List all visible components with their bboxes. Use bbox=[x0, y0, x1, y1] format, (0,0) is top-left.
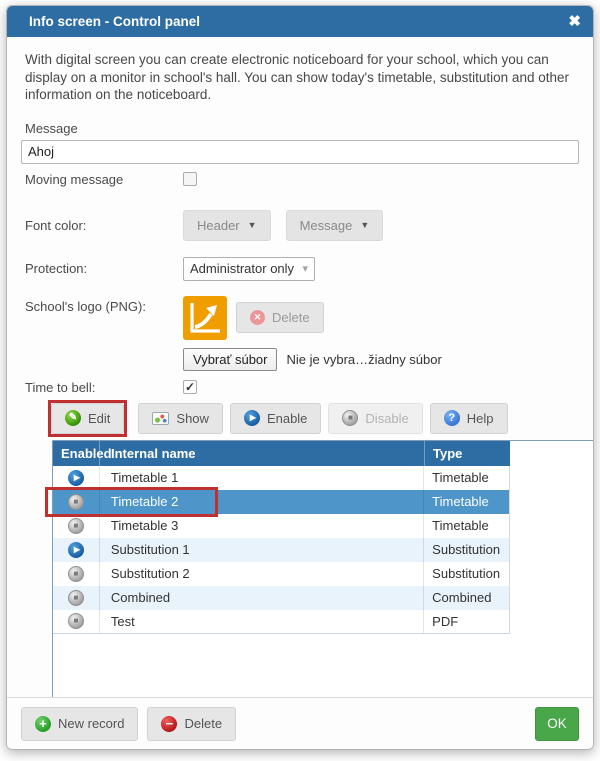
row-status-icon: ■ bbox=[68, 566, 84, 582]
play-icon: ▶ bbox=[244, 410, 260, 426]
row-internal-name: Combined bbox=[99, 586, 423, 610]
school-logo-label: School's logo (PNG): bbox=[25, 296, 183, 314]
message-label: Message bbox=[25, 121, 579, 136]
ok-button[interactable]: OK bbox=[535, 707, 579, 741]
protection-label: Protection: bbox=[25, 261, 183, 276]
chart-arrow-icon bbox=[187, 300, 223, 336]
question-icon: ? bbox=[444, 410, 460, 426]
chevron-down-icon: ▼ bbox=[360, 220, 369, 230]
table-row[interactable]: ■ Test PDF bbox=[53, 610, 510, 634]
enable-button[interactable]: ▶ Enable bbox=[230, 403, 321, 434]
row-status-icon: ■ bbox=[68, 494, 84, 510]
choose-file-button[interactable]: Vybrať súbor bbox=[183, 348, 277, 371]
select-arrow-icon: ▾ bbox=[302, 262, 308, 275]
time-to-bell-checkbox[interactable]: ✓ bbox=[183, 380, 197, 394]
help-button[interactable]: ? Help bbox=[430, 403, 508, 434]
header-color-dropdown[interactable]: Header ▼ bbox=[183, 210, 271, 241]
chevron-down-icon: ▼ bbox=[248, 220, 257, 230]
show-button-label: Show bbox=[176, 411, 209, 426]
disable-button-label: Disable bbox=[365, 411, 408, 426]
column-header-enabled: Enabled bbox=[53, 441, 99, 466]
delete-logo-button[interactable]: ✕ Delete bbox=[236, 302, 324, 333]
info-screen-dialog: Info screen - Control panel ✖ With digit… bbox=[6, 5, 594, 750]
row-status-icon: ■ bbox=[68, 518, 84, 534]
show-button[interactable]: Show bbox=[138, 403, 223, 434]
edit-icon: ✎ bbox=[65, 410, 81, 426]
message-color-dropdown[interactable]: Message ▼ bbox=[286, 210, 384, 241]
row-type: PDF bbox=[423, 610, 509, 633]
delete-logo-button-label: Delete bbox=[272, 310, 310, 325]
school-logo-image bbox=[183, 296, 227, 340]
row-status-icon: ▶ bbox=[68, 470, 84, 486]
edit-button-label: Edit bbox=[88, 411, 110, 426]
message-color-dropdown-label: Message bbox=[300, 218, 353, 233]
toolbar: ✎ Edit Show ▶ Enable ■ Disable ? Help bbox=[52, 403, 579, 434]
column-header-type: Type bbox=[424, 441, 510, 466]
row-status-icon: ■ bbox=[68, 613, 84, 629]
row-internal-name: Timetable 1 bbox=[99, 466, 423, 490]
table-row[interactable]: ▶ Substitution 1 Substitution bbox=[53, 538, 510, 562]
description-text: With digital screen you can create elect… bbox=[25, 51, 577, 104]
table-row[interactable]: ■ Combined Combined bbox=[53, 586, 510, 610]
plus-circle-icon: + bbox=[35, 716, 51, 732]
dialog-titlebar: Info screen - Control panel ✖ bbox=[7, 6, 593, 37]
font-color-label: Font color: bbox=[25, 218, 183, 233]
dialog-footer: + New record − Delete OK bbox=[7, 697, 593, 749]
moving-message-checkbox[interactable] bbox=[183, 172, 197, 186]
header-color-dropdown-label: Header bbox=[197, 218, 240, 233]
column-header-internal-name: Internal name bbox=[99, 441, 424, 466]
dialog-body: With digital screen you can create elect… bbox=[7, 37, 593, 702]
row-internal-name: Substitution 1 bbox=[99, 538, 423, 562]
disable-button[interactable]: ■ Disable bbox=[328, 403, 422, 434]
row-type: Substitution bbox=[423, 562, 509, 586]
highlight-edit-button: ✎ Edit bbox=[48, 400, 127, 437]
delete-circle-icon: ✕ bbox=[250, 310, 265, 325]
row-type: Timetable bbox=[423, 466, 509, 490]
picture-icon bbox=[152, 412, 169, 425]
delete-record-button-label: Delete bbox=[184, 716, 222, 731]
row-internal-name: Test bbox=[99, 610, 423, 633]
table-row[interactable]: ■ Timetable 2 Timetable bbox=[53, 490, 510, 514]
help-button-label: Help bbox=[467, 411, 494, 426]
row-type: Timetable bbox=[423, 490, 509, 514]
protection-select[interactable]: Administrator only ▾ bbox=[183, 257, 315, 281]
table-row[interactable]: ▶ Timetable 1 Timetable bbox=[53, 466, 510, 490]
row-status-icon: ■ bbox=[68, 590, 84, 606]
delete-record-button[interactable]: − Delete bbox=[147, 707, 236, 741]
row-type: Substitution bbox=[423, 538, 509, 562]
row-internal-name: Substitution 2 bbox=[99, 562, 423, 586]
minus-circle-icon: − bbox=[161, 716, 177, 732]
message-input[interactable] bbox=[21, 140, 579, 164]
row-internal-name: Timetable 3 bbox=[99, 514, 423, 538]
time-to-bell-label: Time to bell: bbox=[25, 380, 183, 395]
row-type: Combined bbox=[423, 586, 509, 610]
table-header-row: Enabled Internal name Type bbox=[53, 441, 510, 466]
dialog-title: Info screen - Control panel bbox=[29, 14, 200, 29]
new-record-button[interactable]: + New record bbox=[21, 707, 138, 741]
table-row[interactable]: ■ Substitution 2 Substitution bbox=[53, 562, 510, 586]
enable-button-label: Enable bbox=[267, 411, 307, 426]
row-internal-name: Timetable 2 bbox=[99, 490, 423, 514]
records-table-container[interactable]: Enabled Internal name Type ▶ Timetable 1… bbox=[52, 440, 594, 702]
protection-select-value: Administrator only bbox=[190, 261, 294, 276]
file-status-text: Nie je vybra…žiadny súbor bbox=[286, 352, 441, 367]
row-type: Timetable bbox=[423, 514, 509, 538]
stop-icon: ■ bbox=[342, 410, 358, 426]
row-status-icon: ▶ bbox=[68, 542, 84, 558]
close-icon[interactable]: ✖ bbox=[568, 14, 581, 29]
new-record-button-label: New record bbox=[58, 716, 124, 731]
edit-button[interactable]: ✎ Edit bbox=[51, 403, 124, 434]
moving-message-label: Moving message bbox=[25, 172, 183, 187]
table-row[interactable]: ■ Timetable 3 Timetable bbox=[53, 514, 510, 538]
